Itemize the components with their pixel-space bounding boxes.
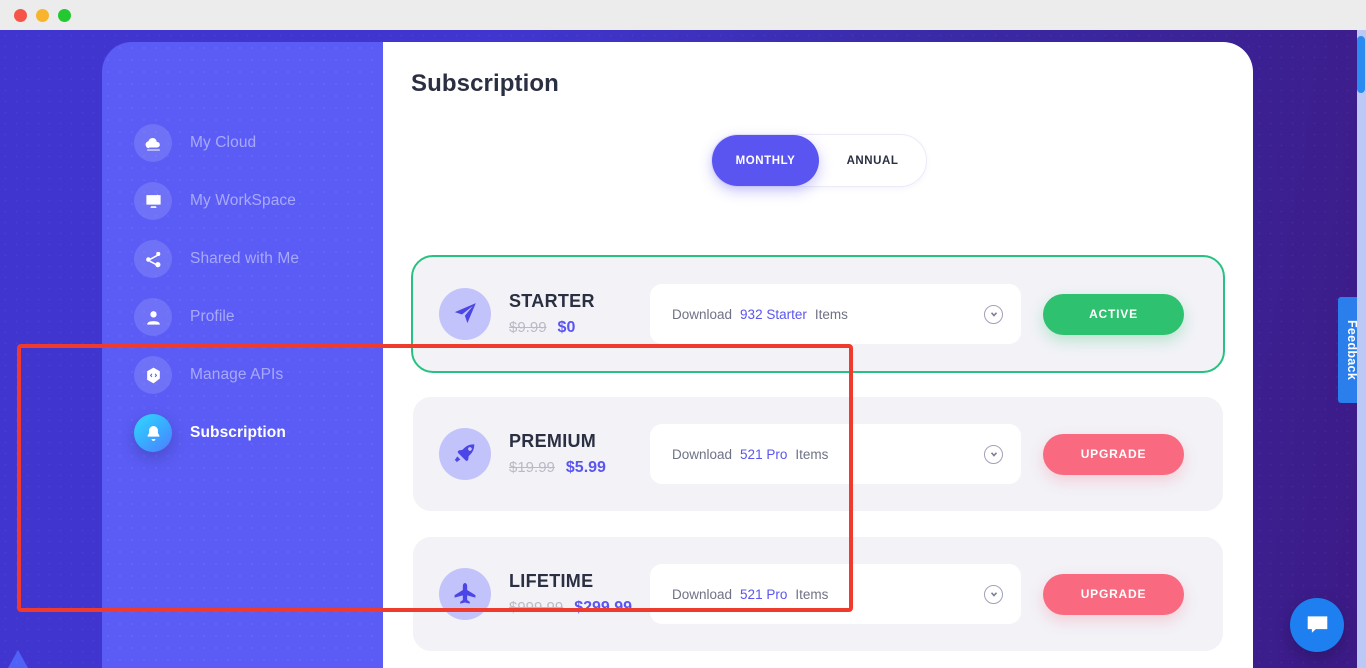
download-selector-starter[interactable]: Download 932 Starter Items xyxy=(650,284,1021,344)
plan-name: LIFETIME xyxy=(509,571,594,591)
chevron-down-circle-icon[interactable] xyxy=(984,584,1003,604)
page-scrollbar-track[interactable] xyxy=(1357,30,1366,668)
plan-card-starter: STARTER $9.99 $0 Download 932 Starter It… xyxy=(413,257,1223,371)
sidebar: My Cloud My WorkSpace Shared with Me Pro… xyxy=(102,42,383,668)
airplane-icon xyxy=(439,568,491,620)
sidebar-item-subscription[interactable]: Subscription xyxy=(134,414,286,452)
download-text: Download 932 Starter Items xyxy=(672,307,984,322)
plan-meta: STARTER $9.99 $0 xyxy=(509,291,644,337)
page-scrollbar-thumb[interactable] xyxy=(1357,36,1365,93)
api-cube-icon xyxy=(134,356,172,394)
window-close-button[interactable] xyxy=(14,8,27,22)
download-suffix: Items xyxy=(795,446,829,462)
plan-action-button-lifetime[interactable]: UPGRADE xyxy=(1043,573,1184,615)
download-prefix: Download xyxy=(672,446,733,462)
download-selector-lifetime[interactable]: Download 521 Pro Items xyxy=(650,564,1021,624)
main-panel: Subscription MONTHLY ANNUAL STARTER $9.9… xyxy=(383,42,1253,668)
sidebar-item-shared-with-me[interactable]: Shared with Me xyxy=(134,240,299,278)
plan-meta: LIFETIME $999.99 $299.99 xyxy=(509,571,644,617)
sidebar-item-manage-apis[interactable]: Manage APIs xyxy=(134,356,283,394)
share-icon xyxy=(134,240,172,278)
download-count: 932 Starter xyxy=(740,306,807,322)
sidebar-item-label: Profile xyxy=(190,308,235,325)
download-prefix: Download xyxy=(672,306,733,322)
user-icon xyxy=(134,298,172,336)
page-title: Subscription xyxy=(411,70,559,97)
plan-prices: $19.99 $5.99 xyxy=(509,459,644,477)
plan-price-new: $299.99 xyxy=(574,599,633,616)
monitor-icon xyxy=(134,182,172,220)
plan-price-new: $0 xyxy=(557,319,576,336)
plan-price-new: $5.99 xyxy=(565,459,606,476)
sidebar-item-label: Shared with Me xyxy=(190,250,300,267)
window-maximize-button[interactable] xyxy=(58,8,71,22)
sidebar-item-my-cloud[interactable]: My Cloud xyxy=(134,124,256,162)
plan-action-button-premium[interactable]: UPGRADE xyxy=(1043,433,1184,475)
sidebar-item-label: My WorkSpace xyxy=(190,192,296,209)
download-text: Download 521 Pro Items xyxy=(672,447,984,462)
corner-accent-triangle xyxy=(8,650,28,668)
toggle-option-monthly[interactable]: MONTHLY xyxy=(712,135,819,186)
plan-action-button-starter[interactable]: ACTIVE xyxy=(1043,293,1184,335)
download-selector-premium[interactable]: Download 521 Pro Items xyxy=(650,424,1021,484)
paper-plane-icon xyxy=(439,288,491,340)
chevron-down-circle-icon[interactable] xyxy=(984,444,1003,464)
cloud-icon xyxy=(134,124,172,162)
window-minimize-button[interactable] xyxy=(36,8,49,22)
download-count: 521 Pro xyxy=(740,446,788,462)
sidebar-item-profile[interactable]: Profile xyxy=(134,298,235,336)
download-text: Download 521 Pro Items xyxy=(672,587,984,602)
plan-name: STARTER xyxy=(509,291,595,311)
download-suffix: Items xyxy=(795,586,829,602)
download-count: 521 Pro xyxy=(740,586,788,602)
plan-prices: $9.99 $0 xyxy=(509,319,644,337)
plan-prices: $999.99 $299.99 xyxy=(509,599,644,617)
plan-price-old: $999.99 xyxy=(509,599,564,616)
plan-meta: PREMIUM $19.99 $5.99 xyxy=(509,431,644,477)
bell-icon xyxy=(134,414,172,452)
chevron-down-circle-icon[interactable] xyxy=(984,304,1003,324)
plan-card-premium: PREMIUM $19.99 $5.99 Download 521 Pro It… xyxy=(413,397,1223,511)
download-prefix: Download xyxy=(672,586,733,602)
plan-price-old: $19.99 xyxy=(509,459,555,476)
plan-price-old: $9.99 xyxy=(509,319,547,336)
download-suffix: Items xyxy=(814,306,848,322)
sidebar-item-label: My Cloud xyxy=(190,134,257,151)
chat-bubble-icon[interactable] xyxy=(1290,598,1344,652)
app-window: My Cloud My WorkSpace Shared with Me Pro… xyxy=(0,0,1366,668)
billing-period-toggle[interactable]: MONTHLY ANNUAL xyxy=(711,134,927,187)
rocket-icon xyxy=(439,428,491,480)
toggle-option-annual[interactable]: ANNUAL xyxy=(819,135,926,186)
sidebar-item-label: Manage APIs xyxy=(190,366,284,383)
sidebar-item-label: Subscription xyxy=(190,424,286,441)
plan-card-lifetime: LIFETIME $999.99 $299.99 Download 521 Pr… xyxy=(413,537,1223,651)
sidebar-item-my-workspace[interactable]: My WorkSpace xyxy=(134,182,296,220)
browser-chrome-bar xyxy=(0,0,1366,30)
plan-name: PREMIUM xyxy=(509,431,597,451)
